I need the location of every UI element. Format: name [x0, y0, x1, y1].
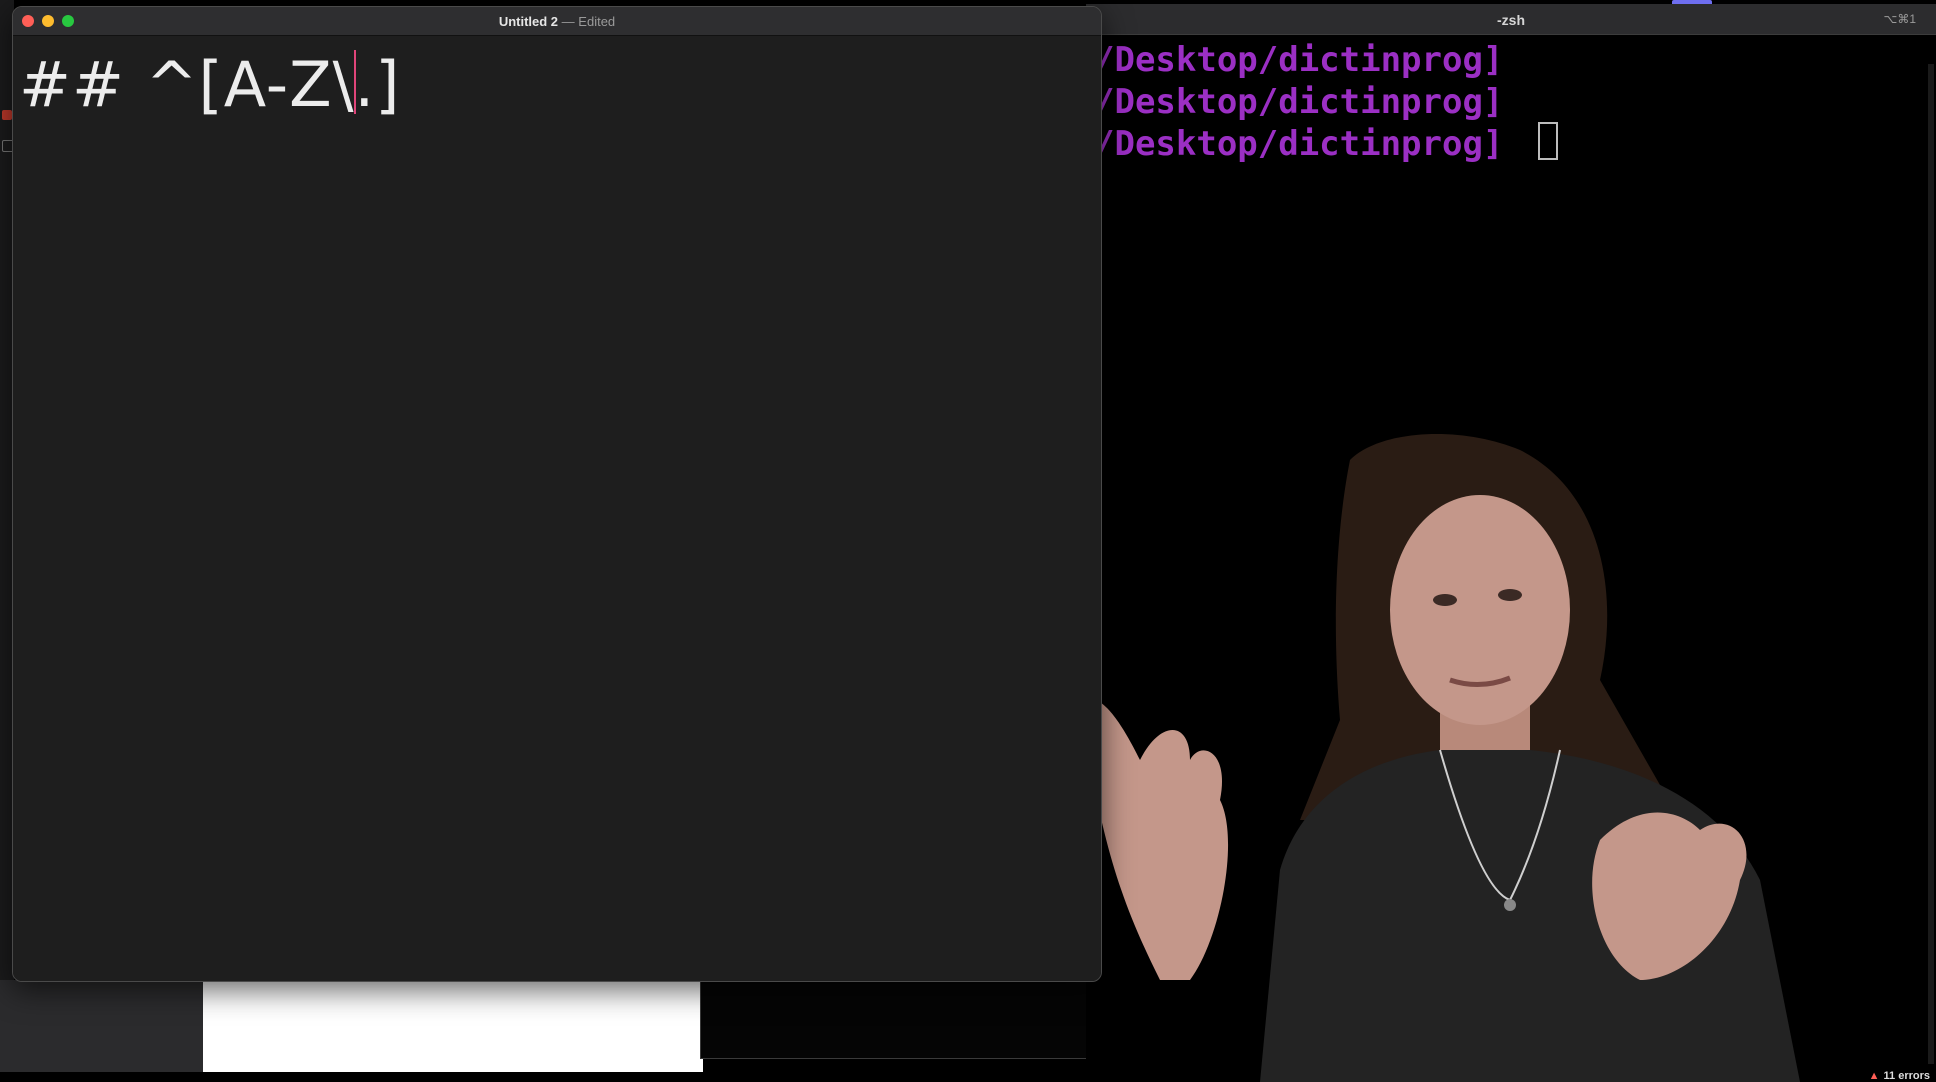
- desktop: -zsh ⌥⌘1 /Desktop/dictinprog] /Desktop/d…: [0, 0, 1936, 1082]
- app-badge-icon: [2, 110, 12, 120]
- document-status: Edited: [578, 14, 616, 29]
- editor-titlebar[interactable]: Untitled 2 — Edited: [13, 7, 1101, 36]
- background-app-content: [203, 980, 703, 1072]
- terminal-prompt-line: /Desktop/dictinprog]: [1094, 40, 1504, 80]
- presenter-video-overlay: [1080, 433, 1800, 1082]
- window-title: Untitled 2 — Edited: [13, 14, 1101, 29]
- background-app-sidebar: [0, 980, 203, 1072]
- text-before-caret: ## ^[A-Z\: [19, 48, 355, 121]
- document-name: Untitled 2: [498, 14, 559, 29]
- text-editor-window[interactable]: Untitled 2 — Edited ## ^[A-Z\.]: [12, 6, 1102, 982]
- terminal-shortcut: ⌥⌘1: [1883, 12, 1916, 26]
- terminal-prompt-line: /Desktop/dictinprog]: [1094, 82, 1504, 122]
- terminal-title: -zsh: [1497, 12, 1525, 28]
- text-after-caret: .]: [354, 48, 401, 121]
- terminal-prompt-line: /Desktop/dictinprog]: [1094, 124, 1504, 164]
- terminal-cursor: [1538, 122, 1558, 160]
- terminal-scrollbar[interactable]: [1928, 64, 1934, 1064]
- terminal-titlebar[interactable]: -zsh ⌥⌘1: [1086, 4, 1936, 35]
- editor-text-area[interactable]: ## ^[A-Z\.]: [13, 36, 1101, 981]
- warning-icon: ▲: [1868, 1070, 1880, 1082]
- editor-text[interactable]: ## ^[A-Z\.]: [19, 50, 400, 116]
- title-separator: —: [561, 14, 575, 29]
- errors-label: 11 errors: [1883, 1070, 1930, 1082]
- error-count-indicator[interactable]: ▲ 11 errors: [1869, 1070, 1930, 1082]
